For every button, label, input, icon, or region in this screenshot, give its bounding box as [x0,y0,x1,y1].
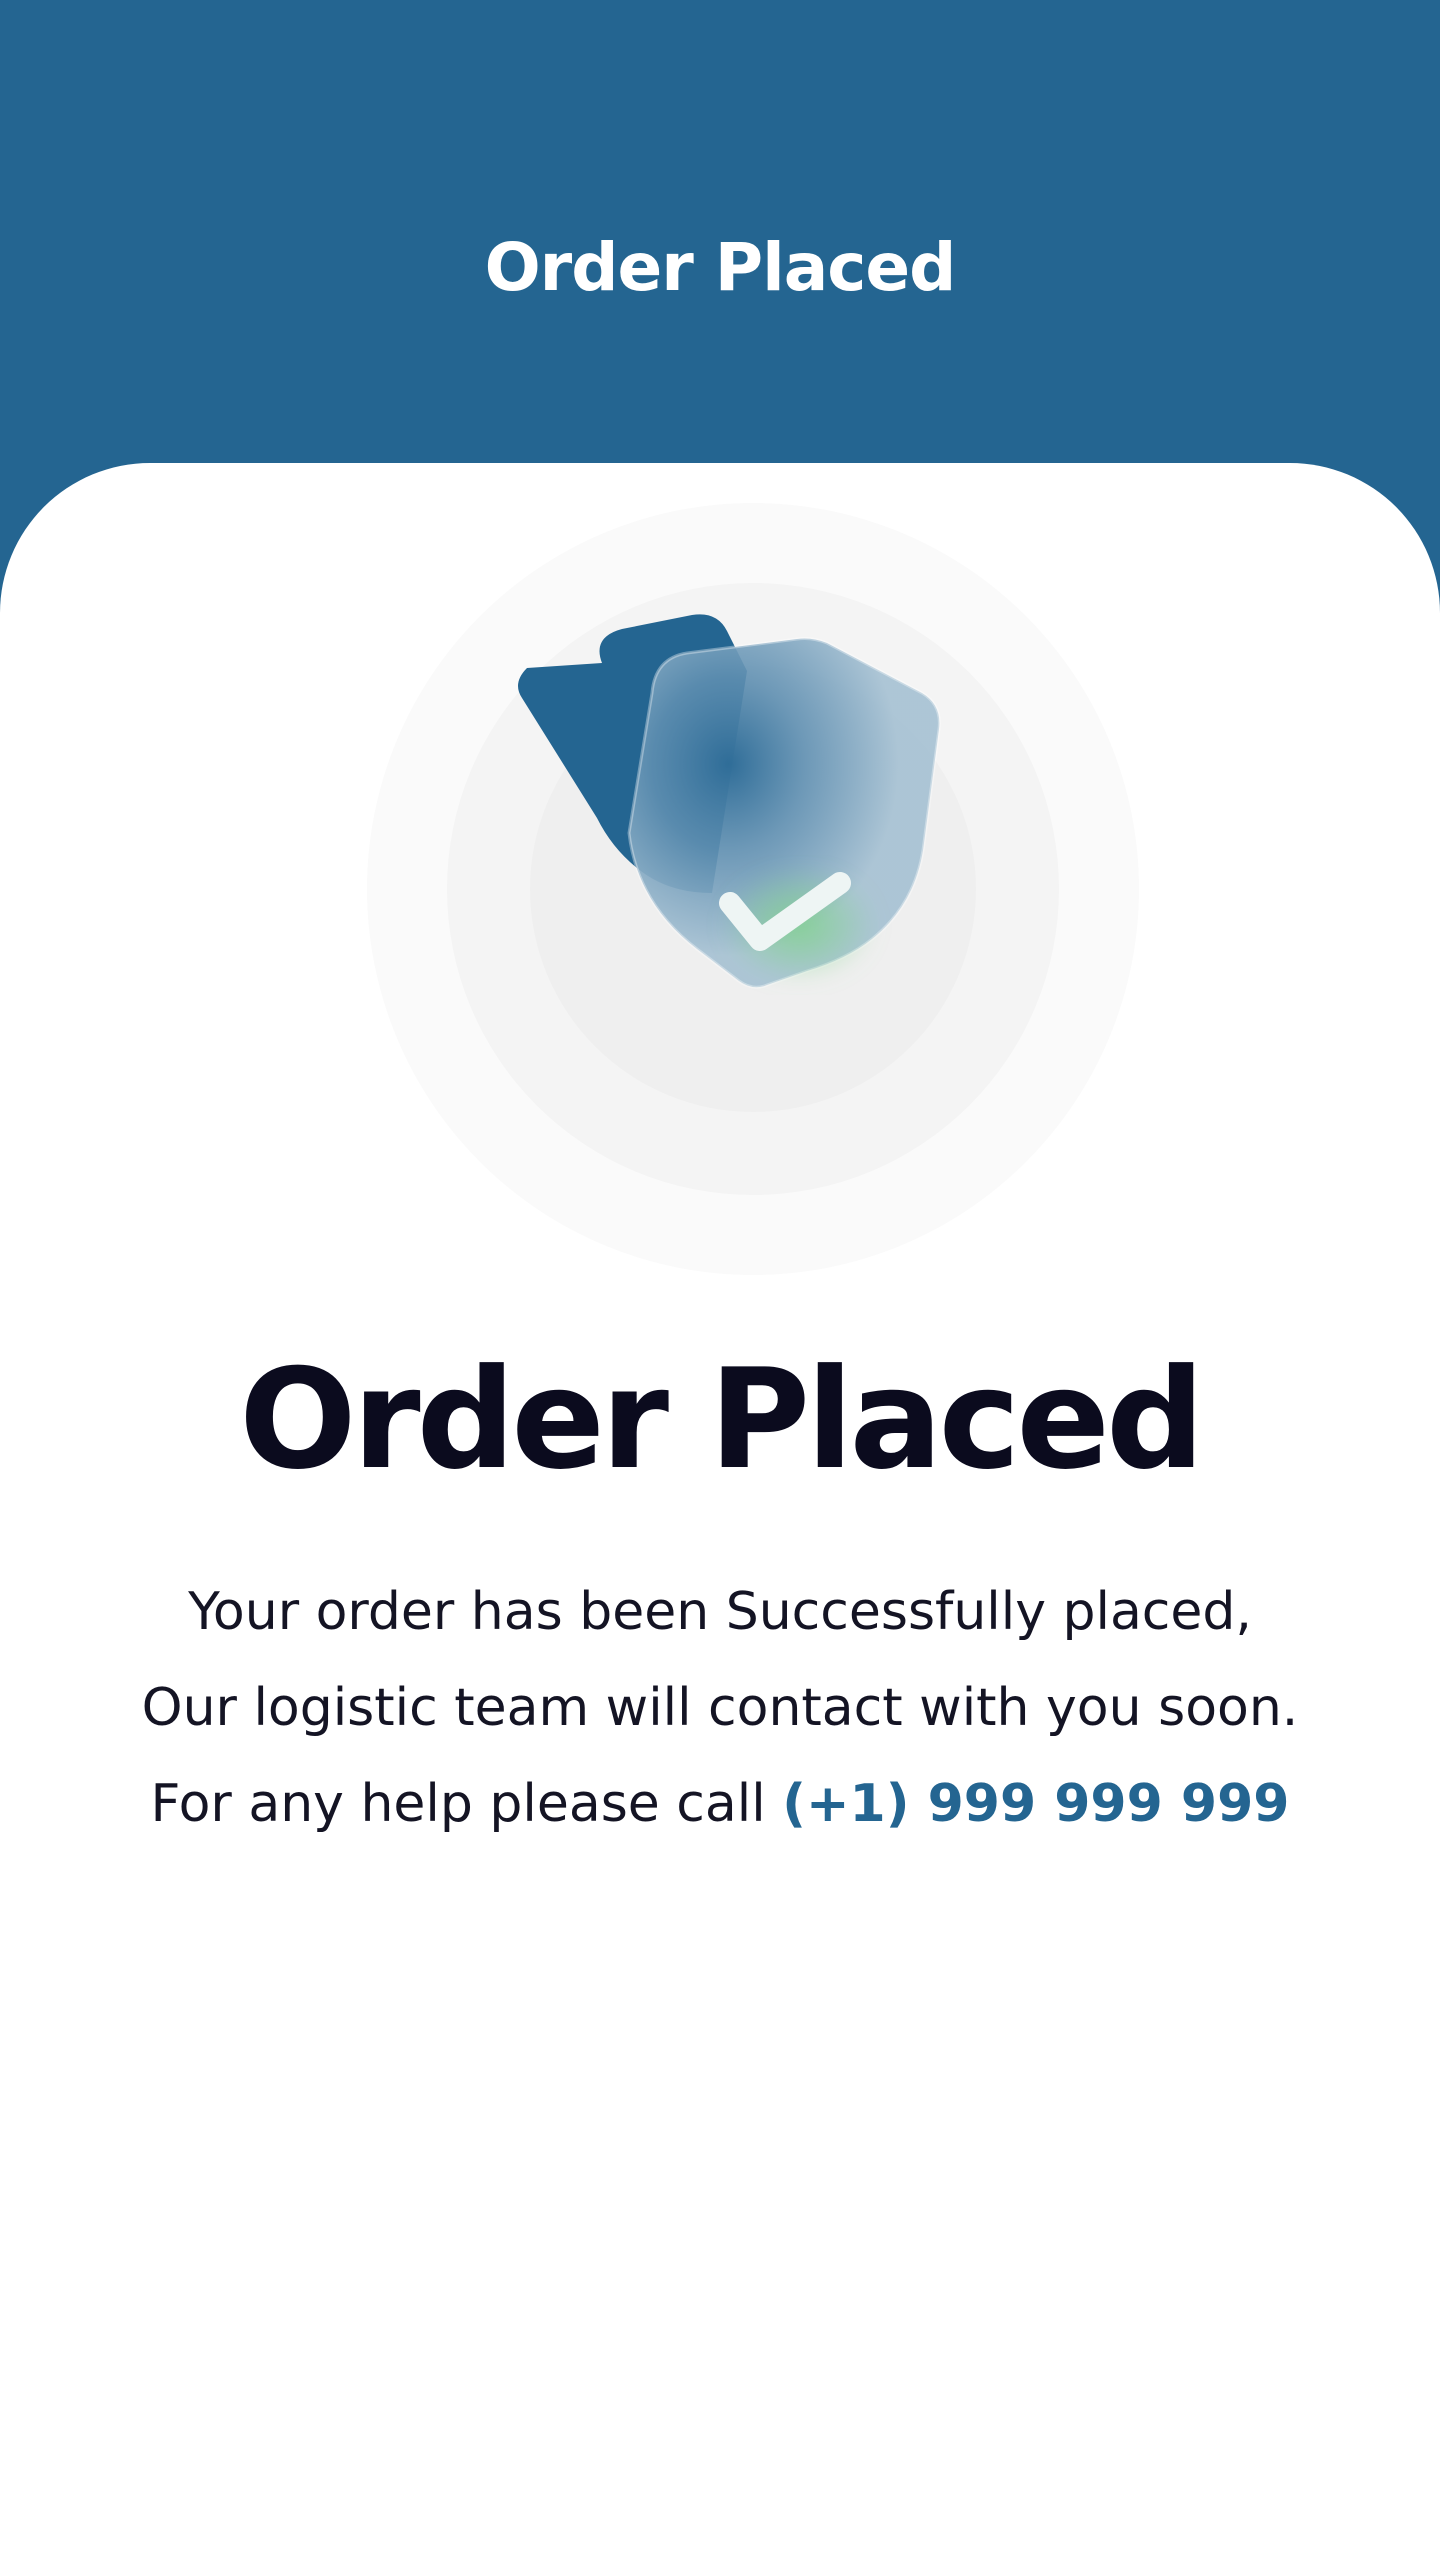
message-line-1: Your order has been Successfully placed, [188,1582,1252,1642]
message-line-3: For any help please call (+1) 999 999 99… [0,1756,1440,1852]
header-title: Order Placed [484,229,957,306]
page-title: Order Placed [239,1339,1205,1500]
order-placed-screen: Order Placed Order Placed Your order has… [0,0,1440,2560]
help-prefix-text: For any help please call [150,1774,766,1834]
shield-check-icon [367,503,1139,1275]
confirmation-message: Your order has been Successfully placed,… [0,1564,1440,1852]
message-line-2: Our logistic team will contact with you … [141,1678,1299,1738]
success-illustration [367,503,1140,1276]
support-phone-link[interactable]: (+1) 999 999 999 [782,1774,1289,1834]
